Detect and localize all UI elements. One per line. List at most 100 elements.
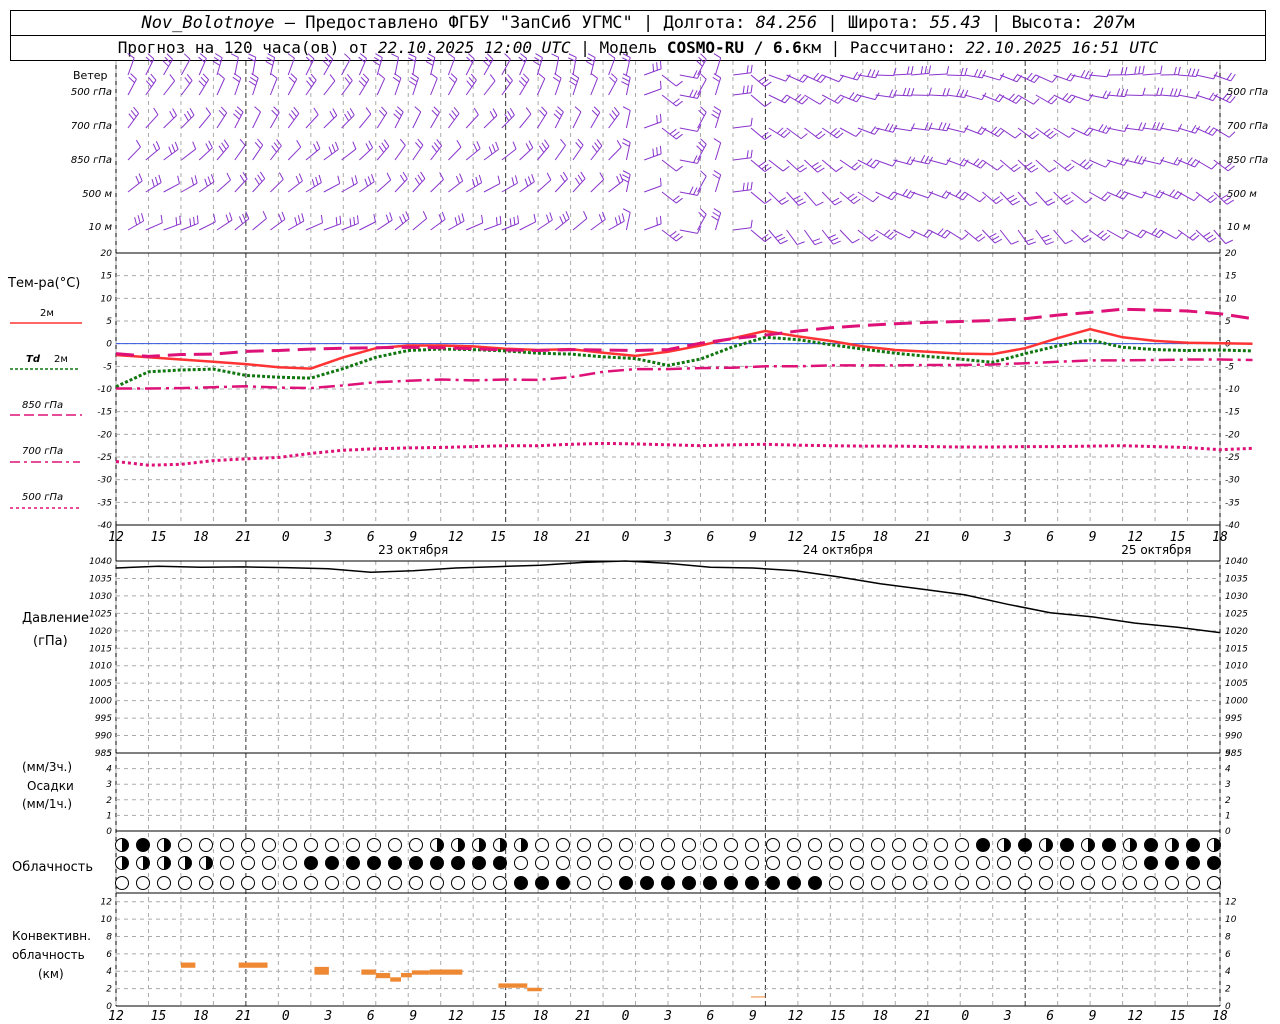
wind-barb-feather (1084, 70, 1090, 79)
wind-barb (679, 229, 698, 234)
y-tick-label-right: -20 (1225, 430, 1240, 440)
wind-barb-feather (171, 144, 176, 152)
y-tick-label-left: -30 (97, 476, 112, 486)
wind-barb (1089, 74, 1108, 78)
cloud-cover-symbol (556, 856, 570, 870)
wind-barb-feather (249, 76, 258, 83)
cloud-cover-fill (346, 856, 360, 870)
wind-barb-feather (270, 73, 278, 79)
wind-barb-feather (659, 145, 662, 154)
y-tick-label-left: 10 (101, 915, 113, 925)
wind-barb (1017, 229, 1029, 246)
wind-barb-feather (225, 214, 230, 223)
x-tick-label-top: 12 (448, 530, 464, 545)
x-tick-label-top: 18 (872, 530, 888, 545)
cloud-cover-symbol (808, 856, 822, 870)
wind-barb-feather (351, 177, 355, 186)
wind-barb (608, 57, 616, 76)
cloud-cover-symbol (892, 876, 906, 890)
cloud-cover-symbol (1060, 856, 1074, 870)
wind-barb-feather (700, 138, 707, 145)
wind-barb-feather (228, 212, 233, 221)
wind-barb-feather (359, 53, 367, 59)
wind-barb (269, 78, 278, 96)
wind-barb-feather (305, 56, 313, 63)
wind-barb-feather (344, 53, 351, 60)
wind-barb (964, 159, 981, 169)
wind-barb-feather (928, 122, 933, 131)
cloud-cover-symbol (1018, 876, 1032, 890)
wind-barb (359, 113, 372, 129)
wind-barb-feather (396, 106, 404, 113)
wind-barb (697, 111, 707, 129)
x-tick-label-bottom: 3 (1003, 1009, 1012, 1024)
wind-barb-feather (495, 217, 498, 226)
wind-barb-feather (538, 145, 545, 153)
wind-barb-feather (1140, 231, 1147, 239)
cloud-cover-fill (430, 856, 444, 870)
wind-barb-feather (301, 213, 305, 222)
cloud-cover-fill (976, 838, 990, 852)
wind-barb-feather (669, 128, 677, 135)
y-tick-label-right: 1 (1225, 811, 1231, 821)
wind-barb-feather (833, 240, 841, 245)
y-tick-label-right: 990 (1225, 732, 1242, 742)
wind-barb-feather (212, 60, 221, 66)
wind-barb-feather (447, 53, 455, 59)
wind-barb-feather (466, 56, 473, 63)
wind-barb-feather (909, 231, 916, 239)
wind-barb-feather (887, 191, 894, 199)
wind-barb-feather (200, 76, 207, 84)
wind-barb-feather (356, 215, 359, 224)
wind-barb (733, 72, 752, 76)
wind-barb-feather (956, 88, 961, 97)
wind-barb-feather (1134, 155, 1139, 163)
wind-barb-feather (276, 139, 282, 147)
wind-barb-feather (554, 73, 562, 79)
wind-barb (911, 127, 930, 131)
wind-barb-feather (150, 73, 157, 81)
wind-barb-feather (942, 87, 946, 96)
cloud-cover-symbol (535, 838, 549, 852)
wind-barb-feather (621, 81, 629, 86)
wind-barb-feather (128, 76, 135, 84)
wind-barb (572, 218, 588, 231)
cloud-cover-symbol (619, 838, 633, 852)
convective-cloud-bar (361, 969, 376, 975)
wind-barb-feather (698, 56, 705, 64)
wind-barb-feather (959, 191, 966, 199)
cloud-cover-fill (1130, 838, 1137, 852)
wind-barb-feather (339, 215, 342, 224)
wind-barb-feather (793, 195, 801, 200)
wind-barb-feather (835, 166, 843, 172)
wind-barb-feather (293, 106, 300, 114)
wind-barb-feather (431, 109, 438, 117)
wind-barb-feather (1044, 198, 1053, 203)
wind-barb-feather (902, 87, 907, 96)
y-tick-label-left: 1015 (89, 644, 112, 654)
wind-barb-feather (166, 53, 173, 60)
wind-barb-feather (520, 76, 528, 84)
wind-barb (786, 191, 799, 206)
wind-barb-feather (800, 133, 808, 139)
wind-barb (145, 148, 160, 161)
cloud-cover-symbol (913, 856, 927, 870)
wind-barb-feather (746, 65, 749, 74)
wind-barb (875, 94, 894, 98)
y-tick-label-right: 10 (1225, 294, 1237, 304)
wind-barb-feather (1191, 68, 1196, 77)
wind-barb (697, 143, 707, 161)
wind-barb-feather (450, 73, 458, 80)
x-tick-label-bottom: 9 (409, 1009, 417, 1024)
wind-barb-feather (621, 213, 625, 222)
wind-barb-feather (262, 211, 267, 219)
wind-barb-feather (816, 74, 823, 82)
wind-barb (359, 221, 376, 231)
wind-barb-feather (659, 177, 662, 186)
wind-barb (1053, 127, 1070, 138)
wind-barb-feather (696, 60, 703, 67)
wind-barb-feather (586, 57, 595, 62)
wind-barb-feather (135, 175, 140, 184)
wind-barb-feather (1169, 189, 1175, 197)
wind-barb-feather (874, 92, 880, 100)
